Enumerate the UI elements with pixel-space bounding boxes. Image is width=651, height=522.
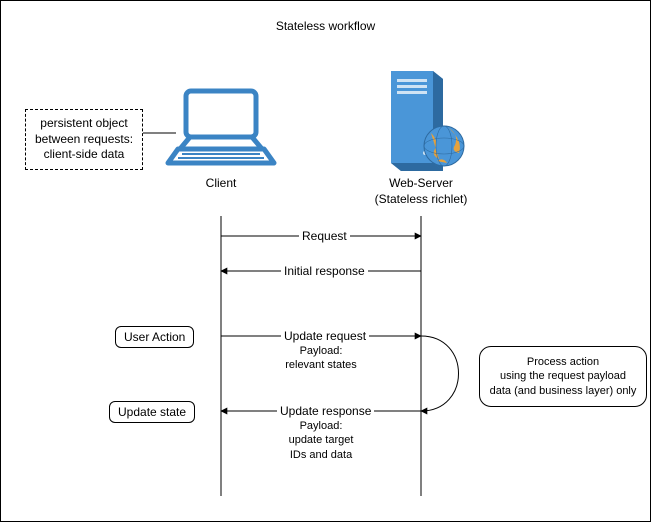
payload-response: Payload: update target IDs and data — [276, 419, 366, 462]
payload2-l3: IDs and data — [276, 448, 366, 462]
note-line3: client-side data — [34, 147, 134, 163]
payload2-l2: update target — [276, 433, 366, 447]
msg-initial-response: Initial response — [281, 264, 368, 278]
process-l1: Process action — [488, 355, 638, 369]
server-label: Web-Server (Stateless richlet) — [361, 176, 481, 207]
msg-update-response: Update response — [277, 404, 374, 418]
msg-request: Request — [299, 229, 350, 243]
note-line2: between requests: — [34, 132, 134, 148]
process-action-box: Process action using the request payload… — [479, 346, 647, 407]
client-text: Client — [206, 176, 237, 190]
payload2-l1: Payload: — [276, 419, 366, 433]
laptop-icon — [168, 91, 274, 163]
server-text: Web-Server — [361, 176, 481, 192]
client-label: Client — [176, 176, 266, 190]
update-state-box: Update state — [109, 401, 195, 423]
payload-request: Payload: relevant states — [276, 344, 366, 373]
server-icon — [391, 71, 464, 171]
server-sub: (Stateless richlet) — [361, 192, 481, 208]
msg-update-request: Update request — [281, 329, 369, 343]
payload1-l1: Payload: — [276, 344, 366, 358]
user-action-box: User Action — [115, 326, 194, 348]
payload1-l2: relevant states — [276, 358, 366, 372]
user-action-text: User Action — [124, 330, 185, 344]
update-state-text: Update state — [118, 405, 186, 419]
process-l2: using the request payload — [488, 369, 638, 383]
note-line1: persistent object — [34, 116, 134, 132]
persistent-object-note: persistent object between requests: clie… — [25, 109, 143, 170]
diagram-frame: Stateless workflow — [0, 0, 651, 522]
process-l3: data (and business layer) only — [488, 384, 638, 398]
